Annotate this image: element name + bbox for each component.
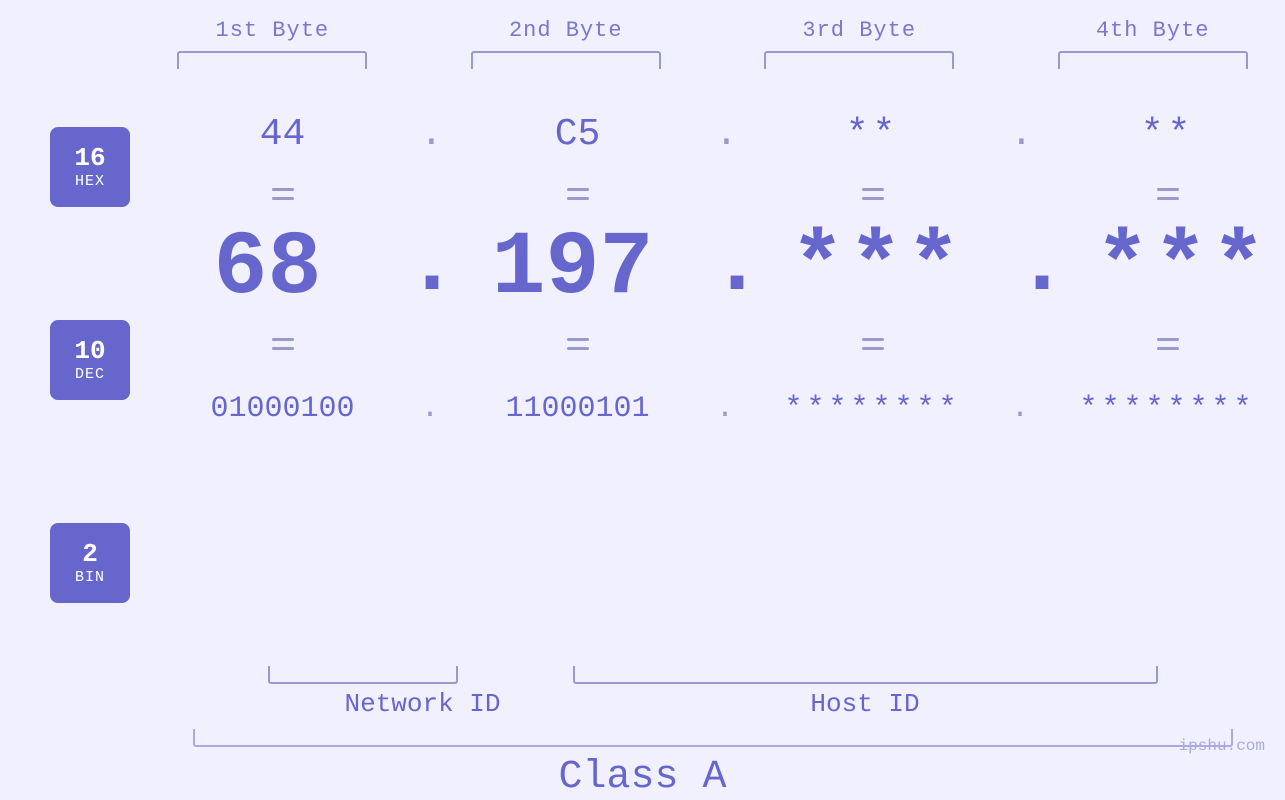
bin-badge-num: 2 [82, 540, 98, 569]
eq-bar-4b [1157, 197, 1179, 200]
eq-bar-1a [272, 188, 294, 191]
byte4-bracket-top [1058, 51, 1248, 69]
eq2-bar-4b [1157, 347, 1179, 350]
hex-dot2: . [715, 113, 735, 156]
byte2-label: 2nd Byte [509, 18, 623, 43]
eq-bar-3b [862, 197, 884, 200]
dec-dot2: . [710, 221, 740, 319]
eq2-bar-1b [272, 347, 294, 350]
hex-b3-col: ** [735, 113, 1010, 156]
hex-b2-col: C5 [440, 113, 715, 156]
sep-col-1 [145, 188, 420, 200]
bin-dot3: . [1010, 392, 1030, 426]
host-bracket [573, 666, 1158, 684]
eq2-bar-4a [1157, 338, 1179, 341]
dec-badge-label: DEC [75, 366, 105, 383]
sep-col-3 [735, 188, 1010, 200]
hex-badge-num: 16 [74, 144, 105, 173]
eq2-bar-3a [862, 338, 884, 341]
hex-row: 44 . C5 . ** . ** [130, 99, 1285, 169]
sep-col-4 [1030, 188, 1285, 200]
byte3-bracket-top [764, 51, 954, 69]
labels-row: Network ID Host ID [0, 689, 1285, 719]
eq-bar-1b [272, 197, 294, 200]
bin-b4-col: ******** [1030, 392, 1285, 426]
bottom-brackets-row [0, 666, 1285, 684]
eq2-bar-3b [862, 347, 884, 350]
sep-dec-bin [130, 319, 1285, 369]
hex-b4-col: ** [1030, 113, 1285, 156]
byte2-bracket-top [471, 51, 661, 69]
bin-b1-value: 01000100 [210, 392, 354, 426]
dec-row: 68 . 197 . *** . *** [130, 219, 1285, 319]
dec-b3-value: *** [790, 218, 964, 320]
byte-headers: 1st Byte 2nd Byte 3rd Byte 4th Byte [0, 18, 1285, 69]
sep-hex-dec [130, 169, 1285, 219]
network-bracket [268, 666, 458, 684]
class-bracket [193, 729, 1233, 747]
byte1-bracket-top [177, 51, 367, 69]
bin-b1-col: 01000100 [145, 392, 420, 426]
sep2-col-4 [1030, 338, 1285, 350]
eq2-bar-2a [567, 338, 589, 341]
bin-dot1: . [420, 392, 440, 426]
bin-b4-value: ******** [1079, 392, 1255, 426]
byte1-col: 1st Byte [140, 18, 405, 69]
byte4-col: 4th Byte [1020, 18, 1285, 69]
badges-column: 16 HEX 10 DEC 2 BIN [50, 69, 130, 661]
eq-bar-2b [567, 197, 589, 200]
bin-dot2: . [715, 392, 735, 426]
hex-dot3: . [1010, 113, 1030, 156]
bin-badge-label: BIN [75, 569, 105, 586]
dec-b1-col: 68 [130, 218, 405, 320]
dec-b4-value: *** [1095, 218, 1269, 320]
eq-bar-3a [862, 188, 884, 191]
hex-b3-value: ** [846, 113, 900, 156]
main-container: 1st Byte 2nd Byte 3rd Byte 4th Byte 16 H… [0, 0, 1285, 767]
eq-bar-2a [567, 188, 589, 191]
dec-dot1: . [405, 221, 435, 319]
byte2-col: 2nd Byte [433, 18, 698, 69]
dec-badge: 10 DEC [50, 320, 130, 400]
watermark: ipshu.com [1179, 737, 1265, 755]
values-area: 44 . C5 . ** . ** [130, 69, 1285, 661]
hex-badge-label: HEX [75, 173, 105, 190]
sep2-col-2 [440, 338, 715, 350]
bin-row: 01000100 . 11000101 . ******** . *******… [130, 369, 1285, 449]
class-label: Class A [558, 755, 726, 800]
eq2-bar-1a [272, 338, 294, 341]
hex-b1-col: 44 [145, 113, 420, 156]
dec-b2-col: 197 [435, 218, 710, 320]
bin-badge: 2 BIN [50, 523, 130, 603]
main-area: 16 HEX 10 DEC 2 BIN 44 . C5 [0, 69, 1285, 661]
dec-dot3: . [1015, 221, 1045, 319]
dec-b2-value: 197 [491, 218, 653, 320]
bin-b2-value: 11000101 [505, 392, 649, 426]
hex-b2-value: C5 [555, 113, 601, 156]
byte1-label: 1st Byte [216, 18, 330, 43]
dec-badge-num: 10 [74, 337, 105, 366]
dec-b4-col: *** [1045, 218, 1285, 320]
byte3-col: 3rd Byte [727, 18, 992, 69]
class-row: Class A [0, 729, 1285, 800]
bin-b3-col: ******** [735, 392, 1010, 426]
eq-bar-4a [1157, 188, 1179, 191]
eq2-bar-2b [567, 347, 589, 350]
sep2-col-3 [735, 338, 1010, 350]
bin-b2-col: 11000101 [440, 392, 715, 426]
bin-b3-value: ******** [784, 392, 960, 426]
hex-b1-value: 44 [260, 113, 306, 156]
sep-col-2 [440, 188, 715, 200]
hex-dot1: . [420, 113, 440, 156]
byte3-label: 3rd Byte [802, 18, 916, 43]
byte4-label: 4th Byte [1096, 18, 1210, 43]
hex-b4-value: ** [1141, 113, 1195, 156]
dec-b1-value: 68 [213, 218, 321, 320]
sep2-col-1 [145, 338, 420, 350]
dec-b3-col: *** [740, 218, 1015, 320]
hex-badge: 16 HEX [50, 127, 130, 207]
host-id-label: Host ID [810, 689, 919, 719]
network-id-label: Network ID [344, 689, 500, 719]
